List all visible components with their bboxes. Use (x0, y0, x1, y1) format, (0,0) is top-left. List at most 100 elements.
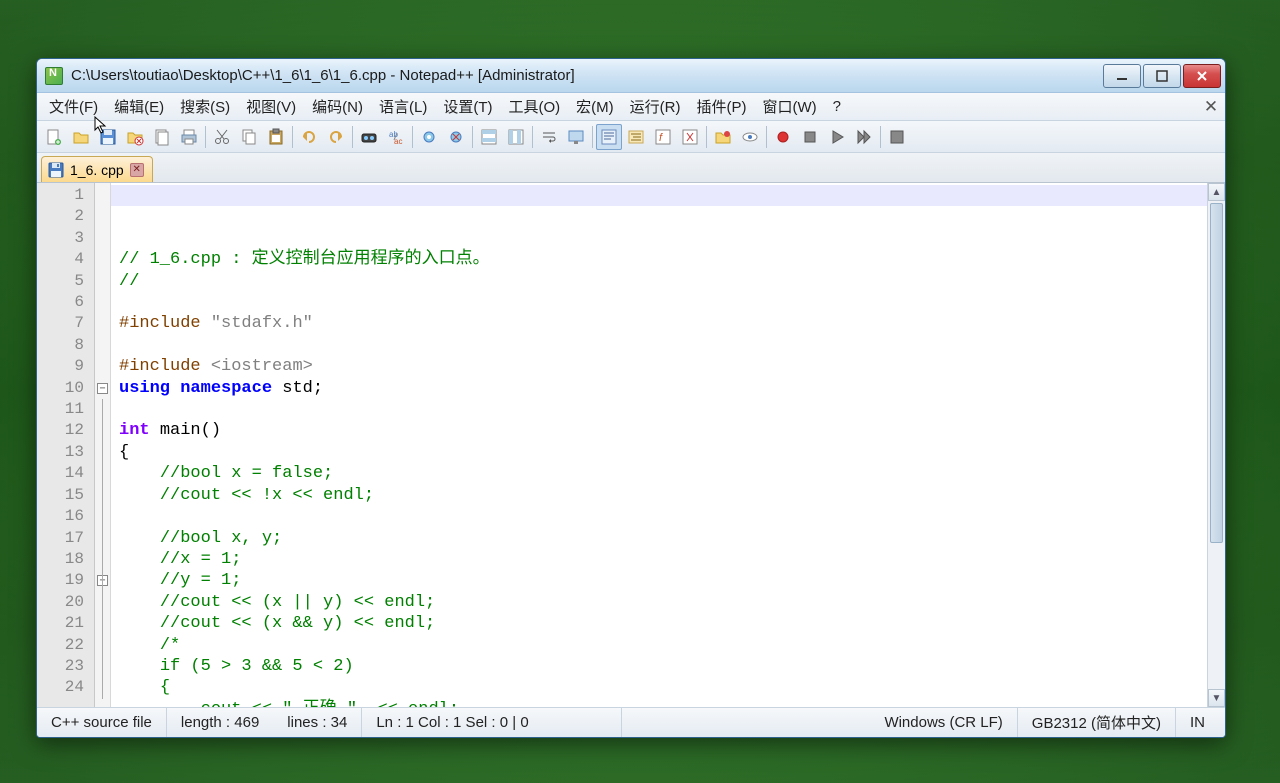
tab-close-icon[interactable]: ✕ (130, 163, 144, 177)
menubar-close-x[interactable]: ✕ (1201, 97, 1221, 117)
wordwrap-button[interactable] (536, 124, 562, 150)
window-buttons (1103, 64, 1221, 88)
code-editor[interactable]: // 1_6.cpp : 定义控制台应用程序的入口点。// #include "… (111, 183, 1207, 707)
menu-item[interactable]: 文件(F) (41, 93, 106, 120)
menu-item[interactable]: 语言(L) (371, 93, 435, 120)
scroll-up-arrow[interactable]: ▲ (1208, 183, 1225, 201)
indent-button[interactable] (623, 124, 649, 150)
clone-button[interactable] (476, 124, 502, 150)
clone-icon (480, 128, 498, 146)
all-button[interactable] (884, 124, 910, 150)
line-number: 18 (37, 549, 94, 570)
close-button[interactable] (122, 124, 148, 150)
menu-item[interactable]: 运行(R) (622, 93, 689, 120)
undo-icon (300, 128, 318, 146)
code-line[interactable] (119, 399, 1207, 420)
code-line[interactable]: { (119, 677, 1207, 698)
folder-button[interactable] (677, 124, 703, 150)
undo-button[interactable] (296, 124, 322, 150)
menu-item[interactable]: 搜索(S) (172, 93, 238, 120)
monitor-icon (567, 128, 585, 146)
menu-item[interactable]: 设置(T) (435, 93, 500, 120)
line-number: 9 (37, 356, 94, 377)
code-line[interactable]: #include "stdafx.h" (119, 313, 1207, 334)
code-line[interactable]: //bool x, y; (119, 528, 1207, 549)
fold-column: −− (95, 183, 111, 707)
code-line[interactable]: //cout << (x || y) << endl; (119, 592, 1207, 613)
menu-item[interactable]: 宏(M) (568, 93, 622, 120)
vertical-scrollbar[interactable]: ▲ ▼ (1207, 183, 1225, 707)
code-line[interactable]: //cout << (x && y) << endl; (119, 613, 1207, 634)
replace-button[interactable]: abac (383, 124, 409, 150)
tab-bar: 1_6. cpp ✕ (37, 153, 1225, 183)
print-button[interactable] (176, 124, 202, 150)
status-lines: lines : 34 (273, 708, 362, 737)
code-line[interactable]: cout << " 正确 " << endl; (119, 699, 1207, 707)
doc-map-button[interactable] (710, 124, 736, 150)
code-line[interactable] (119, 506, 1207, 527)
line-number: 23 (37, 656, 94, 677)
record-button[interactable] (770, 124, 796, 150)
play-button[interactable] (824, 124, 850, 150)
menu-item[interactable]: 窗口(W) (754, 93, 824, 120)
paste-button[interactable] (263, 124, 289, 150)
titlebar[interactable]: C:\Users\toutiao\Desktop\C++\1_6\1_6\1_6… (37, 59, 1225, 93)
scrollbar-track[interactable] (1208, 201, 1225, 689)
toolbar-separator (592, 126, 593, 148)
find-prev-icon (447, 128, 465, 146)
menu-item[interactable]: 插件(P) (688, 93, 754, 120)
fold-toggle[interactable]: − (97, 383, 108, 394)
close-button[interactable] (1183, 64, 1221, 88)
menu-item[interactable]: 视图(V) (238, 93, 304, 120)
code-line[interactable]: /* (119, 635, 1207, 656)
code-line[interactable]: // 1_6.cpp : 定义控制台应用程序的入口点。 (119, 249, 1207, 270)
toolbar-separator (292, 126, 293, 148)
maximize-button[interactable] (1143, 64, 1181, 88)
close-icon (126, 128, 144, 146)
code-line[interactable]: #include <iostream> (119, 356, 1207, 377)
code-line[interactable]: if (5 > 3 && 5 < 2) (119, 656, 1207, 677)
scroll-down-arrow[interactable]: ▼ (1208, 689, 1225, 707)
eye-button[interactable] (737, 124, 763, 150)
find-prev-button[interactable] (443, 124, 469, 150)
copy-button[interactable] (236, 124, 262, 150)
search-button[interactable] (356, 124, 382, 150)
code-line[interactable]: //cout << !x << endl; (119, 485, 1207, 506)
code-line[interactable]: //x = 1; (119, 549, 1207, 570)
menu-item[interactable]: ? (825, 95, 849, 118)
code-line[interactable] (119, 335, 1207, 356)
line-number: 3 (37, 228, 94, 249)
monitor-button[interactable] (563, 124, 589, 150)
status-mode: IN (1176, 708, 1225, 737)
new-button[interactable] (41, 124, 67, 150)
show-all-button[interactable] (596, 124, 622, 150)
function-button[interactable]: f (650, 124, 676, 150)
code-line[interactable]: // (119, 271, 1207, 292)
fwd-button[interactable] (851, 124, 877, 150)
menu-item[interactable]: 工具(O) (500, 93, 568, 120)
line-number: 16 (37, 506, 94, 527)
code-line[interactable]: { (119, 442, 1207, 463)
tab-file[interactable]: 1_6. cpp ✕ (41, 156, 153, 182)
code-line[interactable]: int main() (119, 420, 1207, 441)
toolbar-separator (532, 126, 533, 148)
code-line[interactable] (119, 292, 1207, 313)
open-button[interactable] (68, 124, 94, 150)
sync-button[interactable] (503, 124, 529, 150)
replace-icon: abac (387, 128, 405, 146)
cut-button[interactable] (209, 124, 235, 150)
scrollbar-thumb[interactable] (1210, 203, 1223, 543)
stop-button[interactable] (797, 124, 823, 150)
save-button[interactable] (95, 124, 121, 150)
code-line[interactable]: using namespace std; (119, 378, 1207, 399)
line-number: 5 (37, 271, 94, 292)
code-line[interactable]: //y = 1; (119, 570, 1207, 591)
print-all-button[interactable] (149, 124, 175, 150)
menu-item[interactable]: 编辑(E) (106, 93, 172, 120)
toolbar-separator (766, 126, 767, 148)
redo-button[interactable] (323, 124, 349, 150)
code-line[interactable]: //bool x = false; (119, 463, 1207, 484)
minimize-button[interactable] (1103, 64, 1141, 88)
menu-item[interactable]: 编码(N) (304, 93, 371, 120)
find-all-button[interactable] (416, 124, 442, 150)
